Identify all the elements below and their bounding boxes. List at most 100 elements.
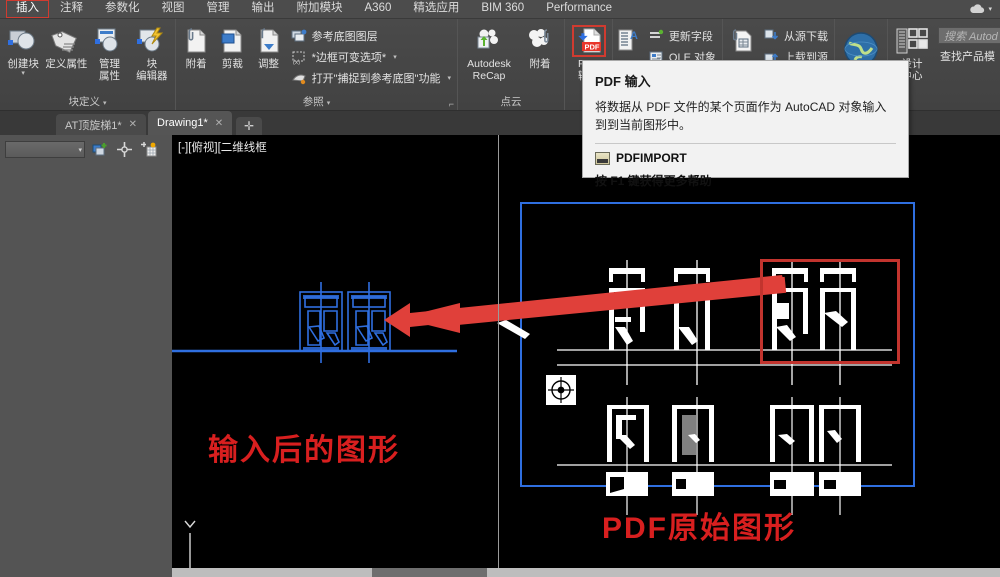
adjust-button[interactable]: 调整 [250, 23, 286, 70]
frame-vary-options-button[interactable]: (x) *边框可变选项* ▾ [291, 47, 451, 66]
button-label: Autodesk [467, 58, 511, 70]
tooltip-title: PDF 输入 [595, 74, 651, 89]
snap-to-underlay-button[interactable]: 打开"捕捉到参考底图"功能 ▾ [291, 68, 451, 87]
viewport-label[interactable]: [-][俯视][二维线框 [178, 139, 267, 155]
button-label-2: ReCap [472, 70, 506, 82]
underlay-layers-button[interactable]: 参考底图图层 [291, 26, 451, 45]
ribbon-tab-manage[interactable]: 管理 [196, 0, 241, 18]
close-icon[interactable]: ✕ [129, 119, 137, 130]
chevron-down-icon: ▾ [447, 74, 451, 82]
download-from-source-icon [763, 28, 779, 44]
panel-title-reference[interactable]: 参照 ▾ [178, 94, 455, 110]
button-label: 定义属性 [45, 58, 88, 70]
drawing-tab-drawing1[interactable]: Drawing1* ✕ [148, 111, 233, 135]
data-link-icon [728, 25, 756, 57]
clip-button[interactable]: 剪裁 [214, 23, 250, 70]
panel-point-cloud: Autodesk ReCap 附着 点云 [458, 19, 565, 110]
data-link-button[interactable] [725, 23, 759, 57]
small-button-label: 参考底图图层 [311, 30, 378, 43]
attach-button[interactable]: 附着 [178, 23, 214, 70]
button-label: 附着 [529, 58, 551, 70]
search-autodesk-field[interactable]: 搜索 Autod [938, 27, 1000, 44]
chevron-down-icon: ▾ [21, 70, 25, 77]
ribbon-tab-view[interactable]: 视图 [151, 0, 196, 18]
ribbon-tab-label: 精选应用 [413, 2, 460, 14]
snap-underlay-icon [291, 70, 307, 86]
content-search-column: 搜索 Autod 查找产品模 [934, 23, 1000, 65]
define-attribute-button[interactable]: 定义属性 [44, 23, 88, 70]
small-button-label: 查找产品模 [940, 50, 995, 63]
drawing-canvas[interactable]: [-][俯视][二维线框 输入后的图形 PDF原始图形 [172, 135, 1000, 577]
scrollbar-thumb[interactable] [372, 568, 487, 577]
close-icon[interactable]: ✕ [215, 118, 223, 129]
button-label: 剪裁 [221, 58, 243, 70]
tooltip-command-row: PDFIMPORT [595, 151, 896, 165]
ribbon-tab-performance[interactable]: Performance [535, 0, 623, 18]
manage-attributes-icon [93, 25, 125, 57]
block-editor-button[interactable]: 块 编辑器 [131, 23, 173, 82]
panel-dialog-launcher[interactable]: ⌐ [449, 99, 454, 109]
plus-icon: ✛ [244, 119, 255, 133]
chevron-down-icon: ▾ [326, 100, 331, 107]
ribbon-tab-label: A360 [364, 2, 392, 14]
download-from-source-button[interactable]: 从源下载 [763, 26, 828, 45]
annotation-pdf-original: PDF原始图形 [602, 512, 796, 545]
ribbon-tab-bim360[interactable]: BIM 360 [470, 0, 535, 18]
small-button-label: 打开"捕捉到参考底图"功能 [311, 72, 441, 85]
ribbon-tab-label: 附加模块 [296, 2, 343, 14]
update-field-button[interactable]: 更新字段 [648, 26, 716, 45]
autocad-window: 插入 注释 参数化 视图 管理 输出 附加模块 A360 精选应用 BIM 36… [0, 0, 1000, 577]
panel-title-block-definition[interactable]: 块定义 ▾ [2, 94, 173, 110]
layer-combo[interactable]: ▾ [5, 141, 85, 158]
ribbon-tab-a360[interactable]: A360 [354, 0, 403, 18]
pointcloud-attach-icon [525, 25, 555, 57]
ribbon-tab-output[interactable]: 输出 [241, 0, 286, 18]
field-icon: A [617, 25, 641, 57]
panel-title-label: 参照 [302, 96, 324, 108]
isolate-objects-icon[interactable] [116, 141, 133, 158]
cloud-status[interactable]: ▾ [969, 3, 992, 15]
cloud-icon [970, 3, 985, 13]
drawing-tab-label: AT顶旋梯1* [65, 119, 122, 132]
panel-title-label: 点云 [500, 96, 522, 108]
chevron-down-icon: ▾ [393, 53, 397, 61]
small-button-label: *边框可变选项* [311, 51, 387, 64]
tooltip-divider [595, 143, 896, 144]
autodesk-recap-button[interactable]: Autodesk ReCap [460, 23, 518, 82]
ribbon-tab-bar: 插入 注释 参数化 视图 管理 输出 附加模块 A360 精选应用 BIM 36… [0, 0, 1000, 19]
tooltip-help: 按 F1 键获得更多帮助 [595, 174, 712, 188]
pdf-highlight-rect [760, 259, 900, 364]
horizontal-scrollbar[interactable] [172, 568, 1000, 577]
panel-title-point-cloud[interactable]: 点云 [460, 94, 562, 110]
chevron-down-icon: ▾ [988, 6, 992, 13]
button-label-2: 属性 [98, 70, 120, 82]
ribbon-tab-featured-apps[interactable]: 精选应用 [402, 0, 470, 18]
panel-block-definition: 创建块 ▾ 定义属性 管理 属性 块 编辑器 块定义 ▾ [0, 19, 176, 110]
button-label-2: 编辑器 [136, 70, 168, 82]
layer-states-icon[interactable] [140, 141, 157, 158]
command-icon [595, 151, 610, 165]
define-attribute-icon [50, 25, 82, 57]
drawing-tab-at-stair[interactable]: AT顶旋梯1* ✕ [56, 114, 147, 135]
left-tool-pane: ▾ [0, 135, 172, 577]
adjust-icon [254, 25, 284, 57]
svg-text:A: A [630, 30, 638, 42]
field-button[interactable]: A [615, 23, 644, 57]
button-label: 创建块 [7, 58, 39, 70]
new-drawing-tab-button[interactable]: ✛ [236, 117, 263, 135]
create-block-button[interactable]: 创建块 ▾ [2, 23, 44, 77]
new-layer-icon[interactable] [92, 141, 109, 158]
find-product-button[interactable]: 查找产品模 [938, 46, 1000, 65]
ribbon-tab-insert[interactable]: 插入 [6, 0, 49, 18]
clip-icon [217, 25, 247, 57]
ribbon-tab-label: BIM 360 [481, 2, 525, 14]
ribbon-tab-annotate[interactable]: 注释 [49, 0, 94, 18]
attach-icon [181, 25, 211, 57]
manage-attributes-button[interactable]: 管理 属性 [88, 23, 130, 82]
panel-reference: 附着 剪裁 调整 参考底图图层 (x) *边框可变选项* ▾ 打开"捕捉到参考底… [176, 19, 458, 110]
search-placeholder: 搜索 Autod [944, 30, 998, 43]
ribbon-tab-parametric[interactable]: 参数化 [94, 0, 151, 18]
annotation-imported-result: 输入后的图形 [208, 434, 400, 467]
ribbon-tab-addins[interactable]: 附加模块 [286, 0, 354, 18]
pointcloud-attach-button[interactable]: 附着 [518, 23, 562, 70]
